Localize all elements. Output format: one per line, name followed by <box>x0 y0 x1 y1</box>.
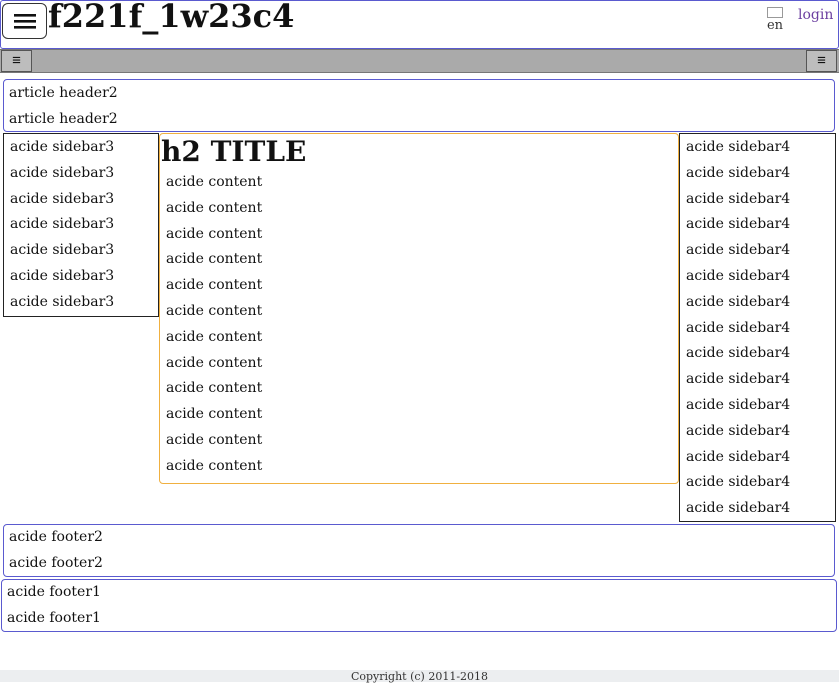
content-line: acide content <box>166 302 263 319</box>
sidebar3-item: acide sidebar3 <box>10 267 115 284</box>
footer-1: acide footer1 acide footer1 <box>1 579 837 632</box>
sidebar3-item: acide sidebar3 <box>10 293 115 310</box>
sidebar3-item: acide sidebar3 <box>10 164 115 181</box>
menu-bar: ≡ ≡ <box>0 49 839 73</box>
content-line: acide content <box>166 225 263 242</box>
menu-bar-left-button[interactable]: ≡ <box>1 50 32 72</box>
language-flag[interactable]: en <box>764 7 786 37</box>
sidebar4-item: acide sidebar4 <box>686 422 791 439</box>
sidebar4-item: acide sidebar4 <box>686 190 791 207</box>
list-icon: ≡ <box>817 52 826 69</box>
broken-image-icon <box>767 7 783 18</box>
sidebar3-item: acide sidebar3 <box>10 216 115 233</box>
content-line: acide content <box>166 277 263 294</box>
list-icon: ≡ <box>12 52 21 69</box>
sidebar4-item: acide sidebar4 <box>686 474 791 491</box>
main-menu-button[interactable] <box>2 3 47 39</box>
footer1-line: acide footer1 <box>7 609 101 626</box>
sidebar4-item: acide sidebar4 <box>686 216 791 233</box>
sidebar4-item: acide sidebar4 <box>686 164 791 181</box>
content-line: acide content <box>166 328 263 345</box>
sidebar-4: acide sidebar4 acide sidebar4 acide side… <box>679 133 836 522</box>
footer2-line: acide footer2 <box>9 554 103 571</box>
sidebar4-item: acide sidebar4 <box>686 500 791 517</box>
footer2-line: acide footer2 <box>9 529 103 545</box>
sidebar-3: acide sidebar3 acide sidebar3 acide side… <box>3 133 159 317</box>
article-header-line: article header2 <box>9 85 118 101</box>
sidebar4-item: acide sidebar4 <box>686 242 791 259</box>
site-header: f221f_1w23c4 en login <box>0 0 839 49</box>
language-alt-text: en <box>766 18 784 33</box>
article-header-line: article header2 <box>9 110 118 127</box>
copyright-notice: Copyright (c) 2011-2018 <box>0 670 839 683</box>
content-line: acide content <box>166 457 263 474</box>
main-content: h2 TITLE acide content acide content aci… <box>159 133 679 484</box>
content-line: acide content <box>166 406 263 423</box>
content-line: acide content <box>166 431 263 448</box>
sidebar4-item: acide sidebar4 <box>686 267 791 284</box>
sidebar4-item: acide sidebar4 <box>686 139 791 155</box>
sidebar4-item: acide sidebar4 <box>686 293 791 310</box>
content-title: h2 TITLE <box>161 135 307 168</box>
sidebar3-item: acide sidebar3 <box>10 190 115 207</box>
sidebar4-item: acide sidebar4 <box>686 448 791 465</box>
sidebar4-item: acide sidebar4 <box>686 371 791 388</box>
content-line: acide content <box>166 199 263 216</box>
content-line: acide content <box>166 251 263 268</box>
login-link[interactable]: login <box>798 7 833 23</box>
sidebar4-item: acide sidebar4 <box>686 396 791 413</box>
site-title: f221f_1w23c4 <box>48 0 295 35</box>
sidebar4-item: acide sidebar4 <box>686 345 791 362</box>
sidebar3-item: acide sidebar3 <box>10 139 115 155</box>
content-line: acide content <box>166 354 263 371</box>
footer1-line: acide footer1 <box>7 584 101 600</box>
hamburger-icon <box>13 14 36 29</box>
menu-bar-right-button[interactable]: ≡ <box>806 50 837 72</box>
sidebar3-item: acide sidebar3 <box>10 242 115 259</box>
article-header: article header2 article header2 <box>3 79 835 132</box>
sidebar4-item: acide sidebar4 <box>686 319 791 336</box>
content-line: acide content <box>166 174 263 190</box>
content-line: acide content <box>166 380 263 397</box>
footer-2: acide footer2 acide footer2 <box>3 524 835 577</box>
